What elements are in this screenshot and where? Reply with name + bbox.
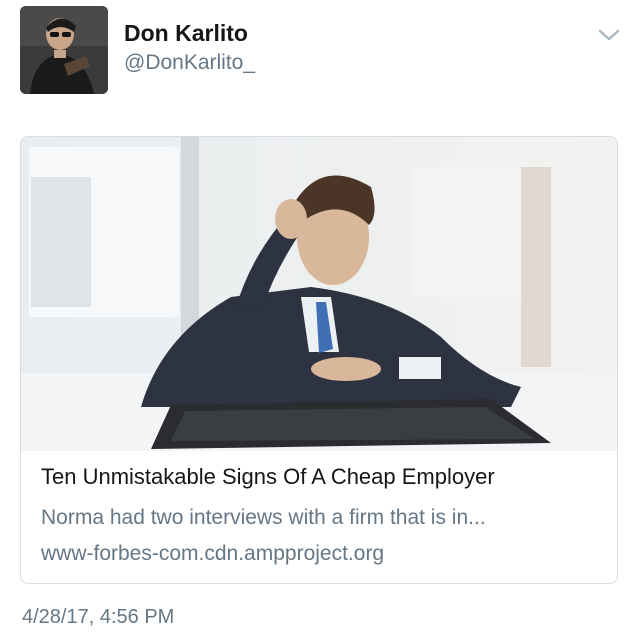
display-name[interactable]: Don Karlito [124,20,248,47]
avatar[interactable] [20,6,108,94]
tweet-timestamp[interactable]: 4/28/17, 4:56 PM [22,606,174,629]
card-description: Norma had two interviews with a firm tha… [41,506,486,529]
card-title[interactable]: Ten Unmistakable Signs Of A Cheap Employ… [41,464,495,490]
user-handle[interactable]: @DonKarlito_ [124,51,255,75]
avatar-photo [20,6,108,94]
link-card[interactable]: Ten Unmistakable Signs Of A Cheap Employ… [20,136,618,584]
card-image [21,137,617,451]
chevron-down-icon[interactable] [596,24,622,46]
card-domain: www-forbes-com.cdn.ampproject.org [41,542,385,565]
